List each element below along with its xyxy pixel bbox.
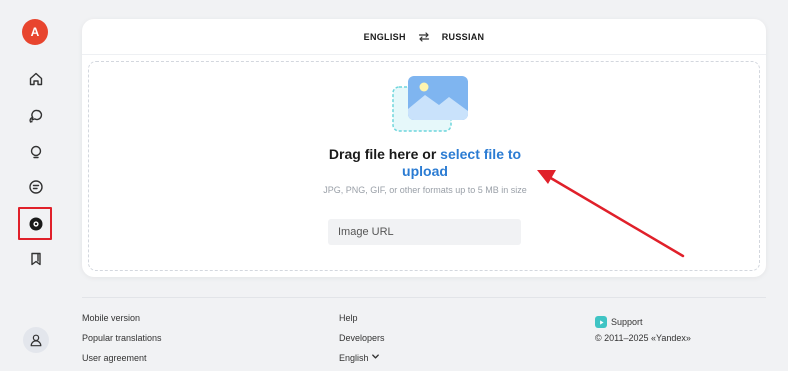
drop-title: Drag file here or select file to upload: [309, 146, 541, 180]
footer-divider: [82, 297, 766, 298]
user-icon: [30, 334, 42, 347]
target-language[interactable]: RUSSIAN: [442, 32, 485, 42]
footer-language-select[interactable]: English: [339, 352, 385, 371]
app-logo[interactable]: A: [22, 19, 48, 45]
upload-format-hint: JPG, PNG, GIF, or other formats up to 5 …: [323, 185, 527, 195]
file-drop-zone[interactable]: Drag file here or select file to upload …: [88, 61, 760, 271]
swap-languages-icon[interactable]: [418, 31, 430, 43]
source-language[interactable]: ENGLISH: [364, 32, 406, 42]
footer-column-1: Mobile version Popular translations User…: [82, 312, 162, 371]
footer-link-mobile-version[interactable]: Mobile version: [82, 312, 162, 332]
sidebar-item-documents[interactable]: [25, 176, 47, 198]
footer-support-label: Support: [611, 317, 643, 327]
sidebar-item-bookmarks[interactable]: [25, 248, 47, 270]
lightbulb-icon: [30, 145, 42, 159]
user-avatar-button[interactable]: [23, 327, 49, 353]
image-url-input[interactable]: [328, 219, 521, 245]
camera-lens-icon: [29, 217, 43, 231]
sidebar: A: [0, 0, 70, 371]
footer-link-popular-translations[interactable]: Popular translations: [82, 332, 162, 352]
logo-text: A: [30, 25, 40, 39]
sidebar-item-dialog[interactable]: [25, 141, 47, 163]
image-upload-illustration: [392, 76, 468, 132]
footer-link-user-agreement[interactable]: User agreement: [82, 352, 162, 371]
drop-title-text: Drag file here or: [328, 146, 441, 162]
footer-support-link[interactable]: Support: [595, 312, 691, 332]
footer-copyright: © 2011–2025 «Yandex»: [595, 333, 691, 343]
document-lines-icon: [29, 180, 43, 194]
footer-column-3: Support © 2011–2025 «Yandex»: [595, 312, 691, 352]
language-bar: ENGLISH RUSSIAN: [82, 19, 766, 55]
support-play-icon: [595, 316, 607, 328]
sidebar-item-home[interactable]: [25, 68, 47, 90]
chat-bubbles-icon: [29, 109, 43, 123]
footer-link-help[interactable]: Help: [339, 312, 385, 332]
bookmark-icon: [31, 252, 41, 266]
footer-link-developers[interactable]: Developers: [339, 332, 385, 352]
footer-column-2: Help Developers English: [339, 312, 385, 371]
chevron-down-icon: [372, 354, 379, 359]
sidebar-item-images[interactable]: [25, 213, 47, 235]
home-icon: [29, 72, 43, 86]
sidebar-item-text-translation[interactable]: [25, 105, 47, 127]
image-translation-card: ENGLISH RUSSIAN Drag file here or select…: [82, 19, 766, 277]
footer-language-label: English: [339, 353, 369, 363]
